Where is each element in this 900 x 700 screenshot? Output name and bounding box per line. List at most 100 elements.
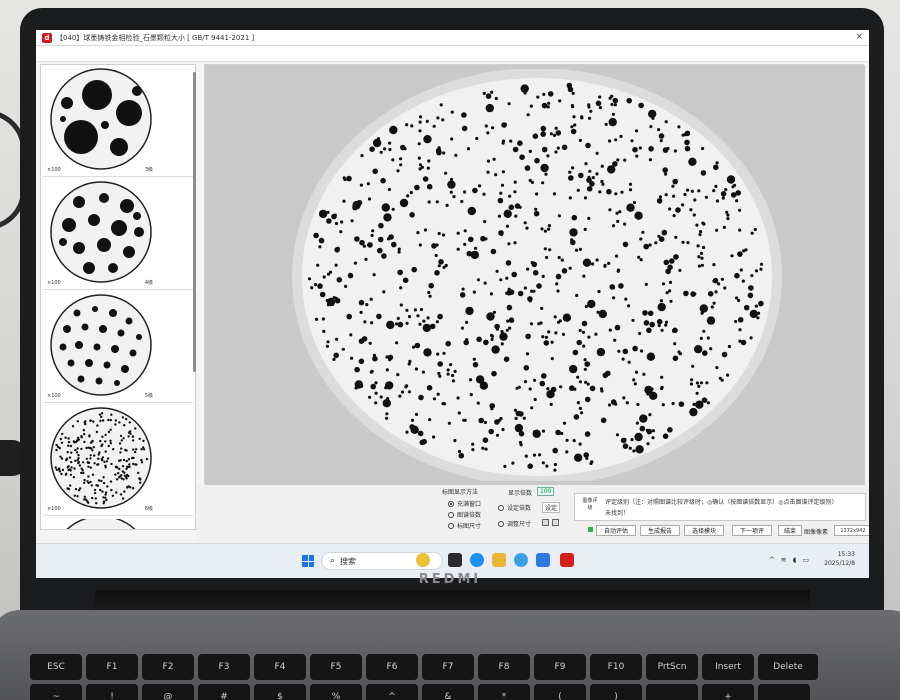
- keyboard-key: (: [534, 684, 586, 700]
- image-icon[interactable]: [552, 519, 559, 526]
- rating-hint: 评定级别（注：对照图谱比较评级时；◎确认（按图谱倍数显示）◎点击图谱评定级别）: [605, 499, 838, 506]
- micrograph-image: [292, 69, 782, 481]
- thumb-magnification: ×100: [47, 506, 61, 512]
- radio-indicator: [448, 511, 454, 518]
- clock[interactable]: 15:33 2025/12/8: [824, 550, 855, 568]
- edge-icon[interactable]: [470, 553, 484, 567]
- reference-thumb[interactable]: ×100 5级: [43, 291, 193, 403]
- search-placeholder: 搜索: [340, 556, 357, 566]
- end-button[interactable]: 结束: [778, 525, 802, 536]
- thumb-magnification: ×100: [47, 393, 61, 399]
- select-module-button[interactable]: 选择模块: [684, 525, 724, 536]
- keyboard-key: #: [198, 684, 250, 700]
- reference-thumb[interactable]: ×100 6级: [43, 404, 193, 516]
- keyboard-key: ): [590, 684, 642, 700]
- thumb-grade: 5级: [144, 393, 153, 399]
- thumb-magnification: ×100: [47, 167, 61, 173]
- function-key-row: ESC F1 F2 F3 F4 F5 F6 F7 F8 F9 F10 PrtScn Insert Dele…: [30, 654, 818, 680]
- magnification-value[interactable]: 100: [537, 487, 555, 496]
- keyboard-key: &: [422, 684, 474, 700]
- store-icon[interactable]: [536, 553, 550, 567]
- keyboard-key: [758, 684, 810, 700]
- browser-icon[interactable]: [514, 553, 528, 567]
- generate-report-button[interactable]: 生成报告: [640, 525, 680, 536]
- graphite-reference-image: [50, 294, 152, 396]
- display-mode-label: 标图显示方法: [442, 489, 479, 496]
- radio-indicator: [498, 520, 504, 527]
- reference-thumb[interactable]: ×100 3级: [43, 65, 193, 177]
- keyboard-key: !: [86, 684, 138, 700]
- keyboard-key: F7: [422, 654, 474, 680]
- set-button[interactable]: 设定: [542, 502, 561, 513]
- system-tray[interactable]: ^ ≋ ◖ ▭: [769, 556, 809, 564]
- keyboard-key: %: [310, 684, 362, 700]
- keyboard-key: F5: [310, 654, 362, 680]
- radio-indicator: [498, 504, 504, 511]
- grid-icon[interactable]: [542, 519, 549, 526]
- windows-start-icon[interactable]: [302, 555, 314, 567]
- radio-fill-window[interactable]: 充满窗口: [448, 499, 481, 508]
- close-icon[interactable]: ×: [855, 32, 863, 42]
- keyboard-key: ~: [30, 684, 82, 700]
- keyboard-key: F4: [254, 654, 306, 680]
- keyboard-key: $: [254, 684, 306, 700]
- keyboard-key: F3: [198, 654, 250, 680]
- keyboard-key: Delete: [758, 654, 818, 680]
- graphite-reference-image: [66, 519, 136, 529]
- image-pixels-value: 1372x942: [834, 525, 869, 536]
- rating-box: 图像评级 评定级别（注：对照图谱比较评级时；◎确认（按图谱倍数显示）◎点击图谱评…: [574, 493, 866, 521]
- keyboard-key: F1: [86, 654, 138, 680]
- reference-thumb-partial[interactable]: [43, 517, 193, 529]
- radio-label: 调整尺寸: [507, 521, 532, 528]
- metallography-app-icon[interactable]: [560, 553, 574, 567]
- app-icon: d: [42, 32, 52, 43]
- radio-chart-magnification[interactable]: 图谱倍数: [448, 510, 481, 519]
- radio-chart-size[interactable]: 标图尺寸: [448, 521, 481, 530]
- thumbnail-scrollbar[interactable]: [193, 72, 196, 372]
- thumb-grade: 4级: [144, 280, 153, 286]
- image-pixels-label: 图像像素: [804, 529, 829, 536]
- thumb-grade: 6级: [144, 506, 153, 512]
- auto-rate-button[interactable]: 自动评估: [596, 525, 636, 536]
- radio-indicator: [448, 500, 454, 507]
- reference-thumb[interactable]: ×100 4级: [43, 178, 193, 290]
- micrograph-view[interactable]: [204, 64, 865, 485]
- window-title: 【040】球墨铸铁金相检验_石墨颗粒大小 [ GB/T 9441-2021 ]: [56, 33, 255, 42]
- file-explorer-icon[interactable]: [492, 553, 506, 567]
- graphite-reference-image: [50, 181, 152, 283]
- radio-set-magnification[interactable]: 设定倍数: [498, 503, 531, 512]
- radio-label: 设定倍数: [507, 505, 532, 512]
- laptop-keyboard-deck: ESC F1 F2 F3 F4 F5 F6 F7 F8 F9 F10 PrtScn Insert Dele…: [0, 610, 900, 700]
- keyboard-key: PrtScn: [646, 654, 698, 680]
- radio-label: 标图尺寸: [457, 523, 482, 530]
- keyboard-key: ^: [366, 684, 418, 700]
- laptop-screen: d 【040】球墨铸铁金相检验_石墨颗粒大小 [ GB/T 9441-2021 …: [36, 30, 869, 578]
- keyboard-key: _: [646, 684, 698, 700]
- thumb-grade: 3级: [144, 167, 153, 173]
- keyboard-key: *: [478, 684, 530, 700]
- keyboard-key: F10: [590, 654, 642, 680]
- radio-indicator: [448, 522, 454, 529]
- volume-icon[interactable]: ◖: [793, 556, 797, 564]
- rating-status: 未找到！: [605, 510, 630, 517]
- keyboard-key: Insert: [702, 654, 754, 680]
- wifi-icon[interactable]: ≋: [781, 556, 787, 564]
- task-view-icon[interactable]: [448, 553, 462, 567]
- control-panel: 标图显示方法 充满窗口 图谱倍数 标图尺寸 显示倍数 100 设定倍数 设定 调…: [196, 485, 869, 543]
- search-icon: ⌕: [330, 556, 336, 566]
- window-titlebar: d 【040】球墨铸铁金相检验_石墨颗粒大小 [ GB/T 9441-2021 …: [36, 30, 869, 46]
- number-key-row: ~! @ # $% ^ & *() _ +: [30, 684, 810, 700]
- keyboard-key: F2: [142, 654, 194, 680]
- radio-label: 图谱倍数: [457, 512, 482, 519]
- graphite-reference-image: [50, 407, 152, 509]
- radio-adjust-size[interactable]: 调整尺寸: [498, 519, 531, 528]
- widget-icon[interactable]: [416, 553, 430, 567]
- thumb-magnification: ×100: [47, 280, 61, 286]
- chevron-up-icon[interactable]: ^: [769, 556, 775, 564]
- battery-icon[interactable]: ▭: [802, 556, 809, 564]
- reference-chart-panel[interactable]: ×100 3级 ×100 4级 ×100 5级 ×100 6级: [40, 64, 196, 530]
- next-item-button[interactable]: 下一项评: [732, 525, 772, 536]
- keyboard-key: +: [702, 684, 754, 700]
- keyboard-key: F9: [534, 654, 586, 680]
- status-indicator: [588, 527, 593, 532]
